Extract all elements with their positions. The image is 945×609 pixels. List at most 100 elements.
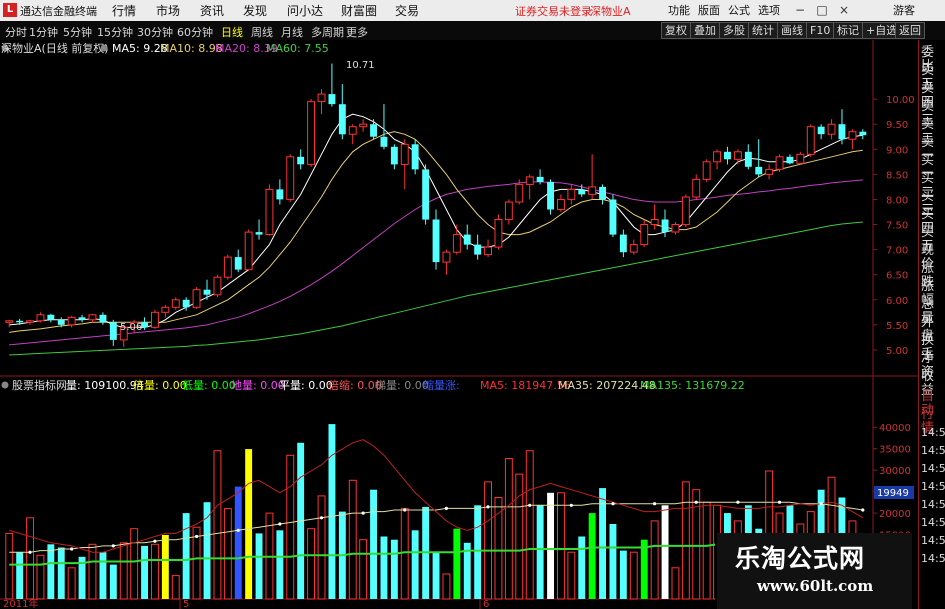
period-15min[interactable]: 15分钟	[97, 24, 133, 40]
period-multi[interactable]: 多周期	[311, 24, 344, 40]
ma35-dot	[694, 500, 698, 504]
volume-bar	[359, 539, 368, 600]
ma35-dot	[361, 511, 365, 515]
back-button[interactable]: 返回	[895, 22, 925, 39]
mark-button[interactable]: 标记	[833, 22, 863, 39]
period-monthly[interactable]: 月线	[281, 24, 303, 40]
ma35-dot	[319, 516, 324, 520]
period-tick[interactable]: 分时	[5, 24, 27, 40]
menu-discover[interactable]: 发现	[243, 2, 267, 19]
volume-axis-label: 35000	[879, 445, 911, 456]
candle-body	[203, 289, 211, 295]
maximize-icon[interactable]: □	[812, 1, 832, 19]
guest-login[interactable]: 游客	[893, 2, 915, 18]
ma35-dot	[278, 522, 282, 526]
volume-bar	[609, 524, 617, 599]
stock-chart[interactable]: 10.00 9.50 9.00 8.50 8.00 7.50 7.00 6.50 6.00 5.5…	[0, 40, 918, 609]
candle-body	[744, 151, 752, 167]
tick-time: 14:50	[921, 444, 945, 457]
candle-body	[390, 146, 398, 165]
volume-axis-label: 30000	[879, 466, 911, 477]
candle-body	[47, 314, 55, 320]
volume-bar	[317, 495, 326, 600]
candle-body	[515, 183, 524, 203]
menu-wealth[interactable]: 财富圈	[341, 2, 377, 19]
candle-body	[848, 131, 857, 140]
candle-body	[432, 219, 440, 263]
menu-news[interactable]: 资讯	[200, 2, 224, 19]
max-price-label: 10.71	[346, 60, 375, 71]
period-more[interactable]: 更多	[346, 24, 368, 40]
volume-settings-icon[interactable]	[1, 381, 9, 389]
period-5min[interactable]: 5分钟	[63, 24, 92, 40]
volume-bar	[578, 536, 586, 599]
candle-body	[234, 257, 242, 270]
candle-body	[452, 234, 461, 253]
multi-stock-button[interactable]: 多股	[719, 22, 749, 39]
menu-layout[interactable]: 版面	[698, 2, 720, 18]
close-icon[interactable]: ×	[834, 1, 854, 19]
adjust-button[interactable]: 复权	[661, 22, 691, 39]
indicator-settings-icon[interactable]	[100, 44, 108, 52]
f10-button[interactable]: F10	[806, 22, 835, 39]
menu-formula[interactable]: 公式	[728, 2, 750, 18]
ma35-dot	[28, 550, 32, 554]
menu-quotes[interactable]: 行情	[112, 2, 136, 19]
period-toolbar: 分时 1分钟 5分钟 15分钟 30分钟 60分钟 日线 周线 月线 多周期 更…	[0, 21, 945, 41]
date-label-may: 5	[183, 599, 189, 609]
tick-time: 14:50	[921, 516, 945, 529]
candle-body	[78, 317, 86, 320]
period-weekly[interactable]: 周线	[251, 24, 273, 40]
main-info-row: 深物业A(日线 前复权) MA5: 9.28 MA10: 8.98 MA20: …	[1, 41, 329, 55]
volume-bar	[245, 449, 253, 599]
app-name: 通达信金融终端	[20, 5, 97, 18]
period-1min[interactable]: 1分钟	[29, 24, 58, 40]
ma35-dot	[736, 500, 740, 504]
candle-body	[99, 314, 107, 323]
menu-ask[interactable]: 问小达	[287, 2, 323, 19]
candle-body	[557, 199, 565, 210]
volume-bar	[504, 458, 513, 600]
volume-bar	[640, 539, 648, 599]
menu-functions[interactable]: 功能	[668, 2, 690, 18]
volume-bar	[203, 502, 211, 599]
candle-body	[775, 156, 784, 170]
volume-bar	[99, 552, 107, 599]
ma35-dot	[236, 528, 240, 532]
overlay-button[interactable]: 叠加	[690, 22, 720, 39]
volume-bar	[213, 450, 222, 600]
title-bar: L 通达信金融终端 行情 市场 资讯 发现 问小达 财富圈 交易 证券交易未登录…	[0, 0, 945, 21]
minimize-icon[interactable]: −	[790, 1, 810, 19]
ma35-dot	[777, 500, 782, 504]
vol-item-7: 缩量涨:	[423, 379, 460, 392]
candle-body	[692, 178, 701, 198]
statistics-button[interactable]: 统计	[748, 22, 778, 39]
candle-body	[338, 104, 346, 135]
period-30min[interactable]: 30分钟	[137, 24, 173, 40]
vol-item-6: 梯量: 0.00	[375, 379, 429, 392]
candle-body	[724, 151, 731, 160]
period-daily[interactable]: 日线	[221, 24, 243, 40]
volume-bar	[432, 552, 440, 599]
watermark-title: 乐淘公式网	[735, 544, 866, 573]
watermark-url: www.60lt.com	[757, 577, 874, 595]
candle-body	[109, 322, 117, 340]
volume-bar	[547, 492, 554, 599]
draw-line-button[interactable]: 画线	[777, 22, 807, 39]
trade-login-status[interactable]: 证券交易未登录	[515, 3, 592, 19]
period-60min[interactable]: 60分钟	[177, 24, 213, 40]
ma35-dot	[653, 502, 657, 506]
volume-bar	[661, 505, 669, 599]
menu-trade[interactable]: 交易	[395, 2, 419, 19]
candle-body	[733, 151, 742, 160]
vol-item-1: 倍量: 0.00	[133, 378, 187, 392]
menu-market[interactable]: 市场	[156, 2, 180, 19]
ma35-dot	[403, 508, 407, 512]
candle-body	[171, 299, 180, 308]
volume-bar	[567, 551, 576, 600]
volume-bar	[328, 424, 336, 599]
candle-body	[161, 306, 170, 313]
menu-options[interactable]: 选项	[758, 2, 780, 18]
volume-bar	[400, 507, 409, 600]
volume-bar	[286, 454, 295, 600]
